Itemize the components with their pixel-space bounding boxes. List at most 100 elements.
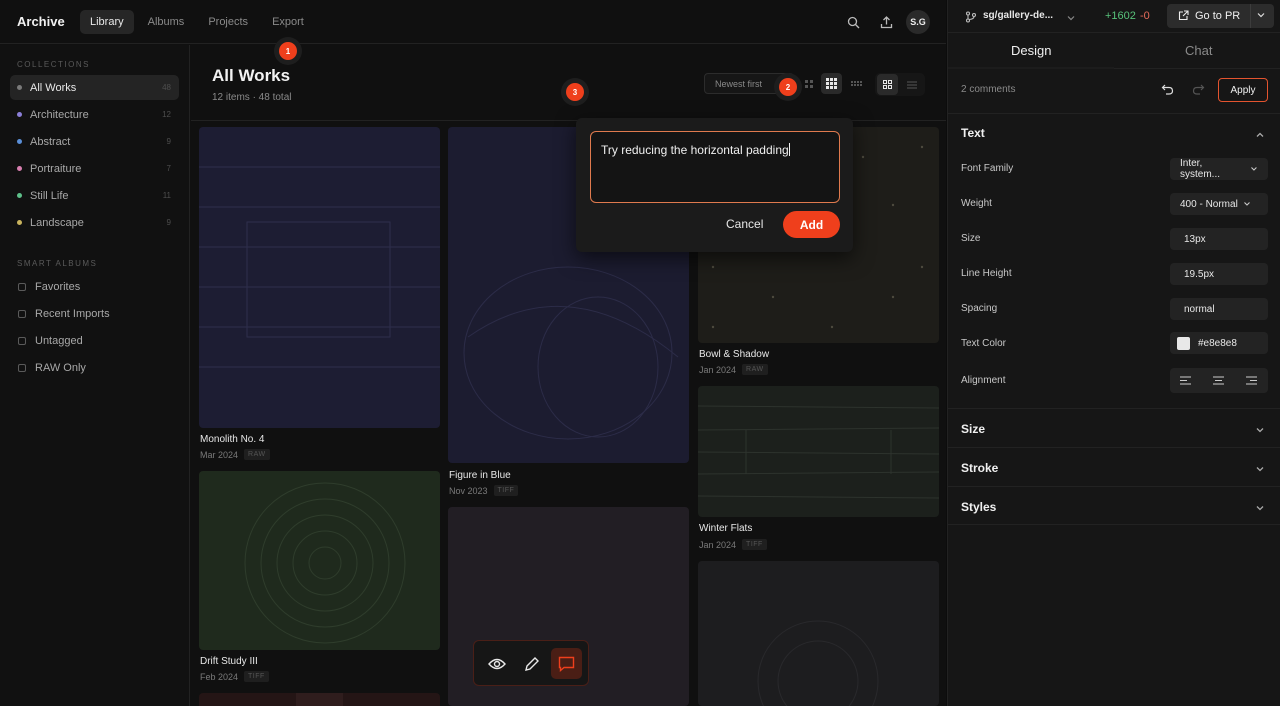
sidebar-item-count: 9	[166, 218, 171, 227]
artwork-date: Feb 2024	[200, 671, 239, 682]
letter-spacing-input[interactable]: normal	[1170, 298, 1268, 320]
nav-library[interactable]: Library	[80, 10, 134, 34]
layout-list-icon[interactable]	[901, 74, 922, 95]
artwork-title: Monolith No. 4	[200, 434, 265, 445]
chevron-down-icon[interactable]	[1254, 423, 1266, 435]
sidebar-item-label: RAW Only	[35, 361, 86, 374]
external-link-icon	[1178, 10, 1189, 24]
album-checkbox-icon	[18, 282, 26, 291]
collection-dot	[17, 85, 22, 90]
prop-value: #e8e8e8	[1198, 337, 1237, 349]
nav-albums[interactable]: Albums	[138, 10, 195, 34]
comment-text: Try reducing the horizontal padding	[601, 143, 789, 157]
artwork-date: Jan 2024	[699, 539, 737, 550]
album-checkbox-icon	[18, 363, 26, 372]
text-color-input[interactable]: #e8e8e8	[1170, 332, 1268, 354]
sidebar-item-all-works[interactable]: All Works 48	[10, 75, 179, 100]
chevron-down-icon	[1251, 167, 1257, 171]
page-title: All Works	[212, 66, 291, 85]
sidebar-item-untagged[interactable]: Untagged	[10, 328, 179, 353]
sidebar-item-landscape[interactable]: Landscape 9	[10, 210, 179, 235]
branch-name[interactable]: sg/gallery-de...	[983, 10, 1053, 21]
chevron-down-icon[interactable]	[1254, 501, 1266, 513]
undo-icon[interactable]	[1161, 83, 1174, 101]
sidebar-item-architecture[interactable]: Architecture 12	[10, 102, 179, 127]
go-to-pr-label: Go to PR	[1195, 10, 1241, 22]
sidebar-item-portraiture[interactable]: Portraiture 7	[10, 156, 179, 181]
avatar[interactable]: S.G	[906, 10, 930, 34]
color-swatch[interactable]	[1177, 336, 1190, 350]
artwork-meta: Nov 2023 TIFF	[449, 485, 519, 496]
collection-dot	[17, 112, 22, 117]
redo-icon[interactable]	[1192, 83, 1205, 101]
comment-marker-badge[interactable]: 1	[279, 42, 297, 60]
grid-dense-icon[interactable]	[821, 73, 842, 94]
alignment-control	[1170, 368, 1268, 393]
font-weight-select[interactable]: 400 - Normal	[1170, 193, 1268, 215]
go-to-pr-button[interactable]: Go to PR	[1167, 4, 1274, 28]
artwork-thumbnail	[698, 386, 939, 517]
sidebar-item-favorites[interactable]: Favorites	[10, 274, 179, 299]
artwork-title: Figure in Blue	[449, 470, 511, 481]
comment-icon[interactable]	[551, 648, 582, 679]
comment-marker-badge[interactable]: 3	[566, 83, 584, 101]
artwork-card[interactable]	[698, 386, 939, 517]
album-checkbox-icon	[18, 336, 26, 345]
align-left-icon[interactable]	[1180, 376, 1191, 388]
sidebar-item-recent-imports[interactable]: Recent Imports	[10, 301, 179, 326]
font-size-input[interactable]: 13px	[1170, 228, 1268, 250]
align-center-icon[interactable]	[1213, 376, 1224, 388]
stroke-section[interactable]: Stroke	[948, 447, 1280, 486]
grid-tiny-icon[interactable]	[846, 73, 867, 94]
prop-label: Spacing	[961, 303, 998, 314]
chevron-down-icon	[1243, 202, 1250, 206]
search-icon[interactable]	[844, 13, 862, 31]
sidebar-item-count: 12	[162, 110, 171, 119]
comment-marker-badge[interactable]: 2	[779, 78, 797, 96]
sidebar-item-label: Recent Imports	[35, 307, 110, 320]
artwork-card[interactable]	[199, 693, 440, 706]
section-title: Text	[961, 126, 985, 140]
add-comment-button[interactable]: Add	[783, 211, 840, 238]
comment-input[interactable]: Try reducing the horizontal padding	[590, 131, 840, 203]
apply-button[interactable]: Apply	[1218, 78, 1268, 102]
upload-icon[interactable]	[877, 13, 895, 31]
chevron-down-icon[interactable]	[1254, 462, 1266, 474]
align-right-icon[interactable]	[1246, 376, 1257, 388]
artwork-card[interactable]	[199, 127, 440, 428]
layout-grid-icon[interactable]	[877, 74, 898, 95]
chevron-down-icon[interactable]	[1066, 10, 1076, 28]
nav-export[interactable]: Export	[262, 10, 314, 34]
tab-design[interactable]: Design	[1011, 43, 1051, 58]
prop-value: Inter, system...	[1180, 158, 1221, 180]
chevron-up-icon[interactable]	[1254, 128, 1266, 140]
grid-small-icon[interactable]	[798, 73, 819, 94]
nav-projects[interactable]: Projects	[198, 10, 258, 34]
main-nav: Library Albums Projects Export	[80, 10, 314, 34]
comments-count: 2 comments	[961, 84, 1016, 95]
font-family-select[interactable]: Inter, system...	[1170, 158, 1268, 180]
sidebar-item-still-life[interactable]: Still Life 11	[10, 183, 179, 208]
artwork-card[interactable]	[199, 471, 440, 650]
size-section[interactable]: Size	[948, 408, 1280, 447]
pencil-icon[interactable]	[516, 648, 547, 679]
styles-section[interactable]: Styles	[948, 486, 1280, 525]
sidebar-item-abstract[interactable]: Abstract 9	[10, 129, 179, 154]
artwork-meta: Jan 2024 RAW	[699, 364, 768, 375]
eye-icon[interactable]	[481, 648, 512, 679]
file-type-tag: TIFF	[742, 539, 767, 550]
file-type-tag: TIFF	[493, 485, 519, 496]
line-height-input[interactable]: 19.5px	[1170, 263, 1268, 285]
sidebar-item-raw-only[interactable]: RAW Only	[10, 355, 179, 380]
layout-toggle	[875, 73, 925, 96]
artwork-card[interactable]	[698, 561, 939, 706]
sidebar: COLLECTIONS All Works 48 Architecture 12…	[0, 45, 190, 706]
sidebar-item-count: 7	[166, 164, 171, 173]
artwork-thumbnail	[199, 693, 440, 706]
chevron-down-icon[interactable]	[1256, 10, 1266, 23]
cancel-button[interactable]: Cancel	[726, 217, 763, 231]
tab-chat[interactable]: Chat	[1185, 43, 1212, 58]
floating-toolbar	[473, 640, 589, 686]
text-caret	[788, 143, 790, 156]
section-title: Size	[961, 422, 986, 436]
